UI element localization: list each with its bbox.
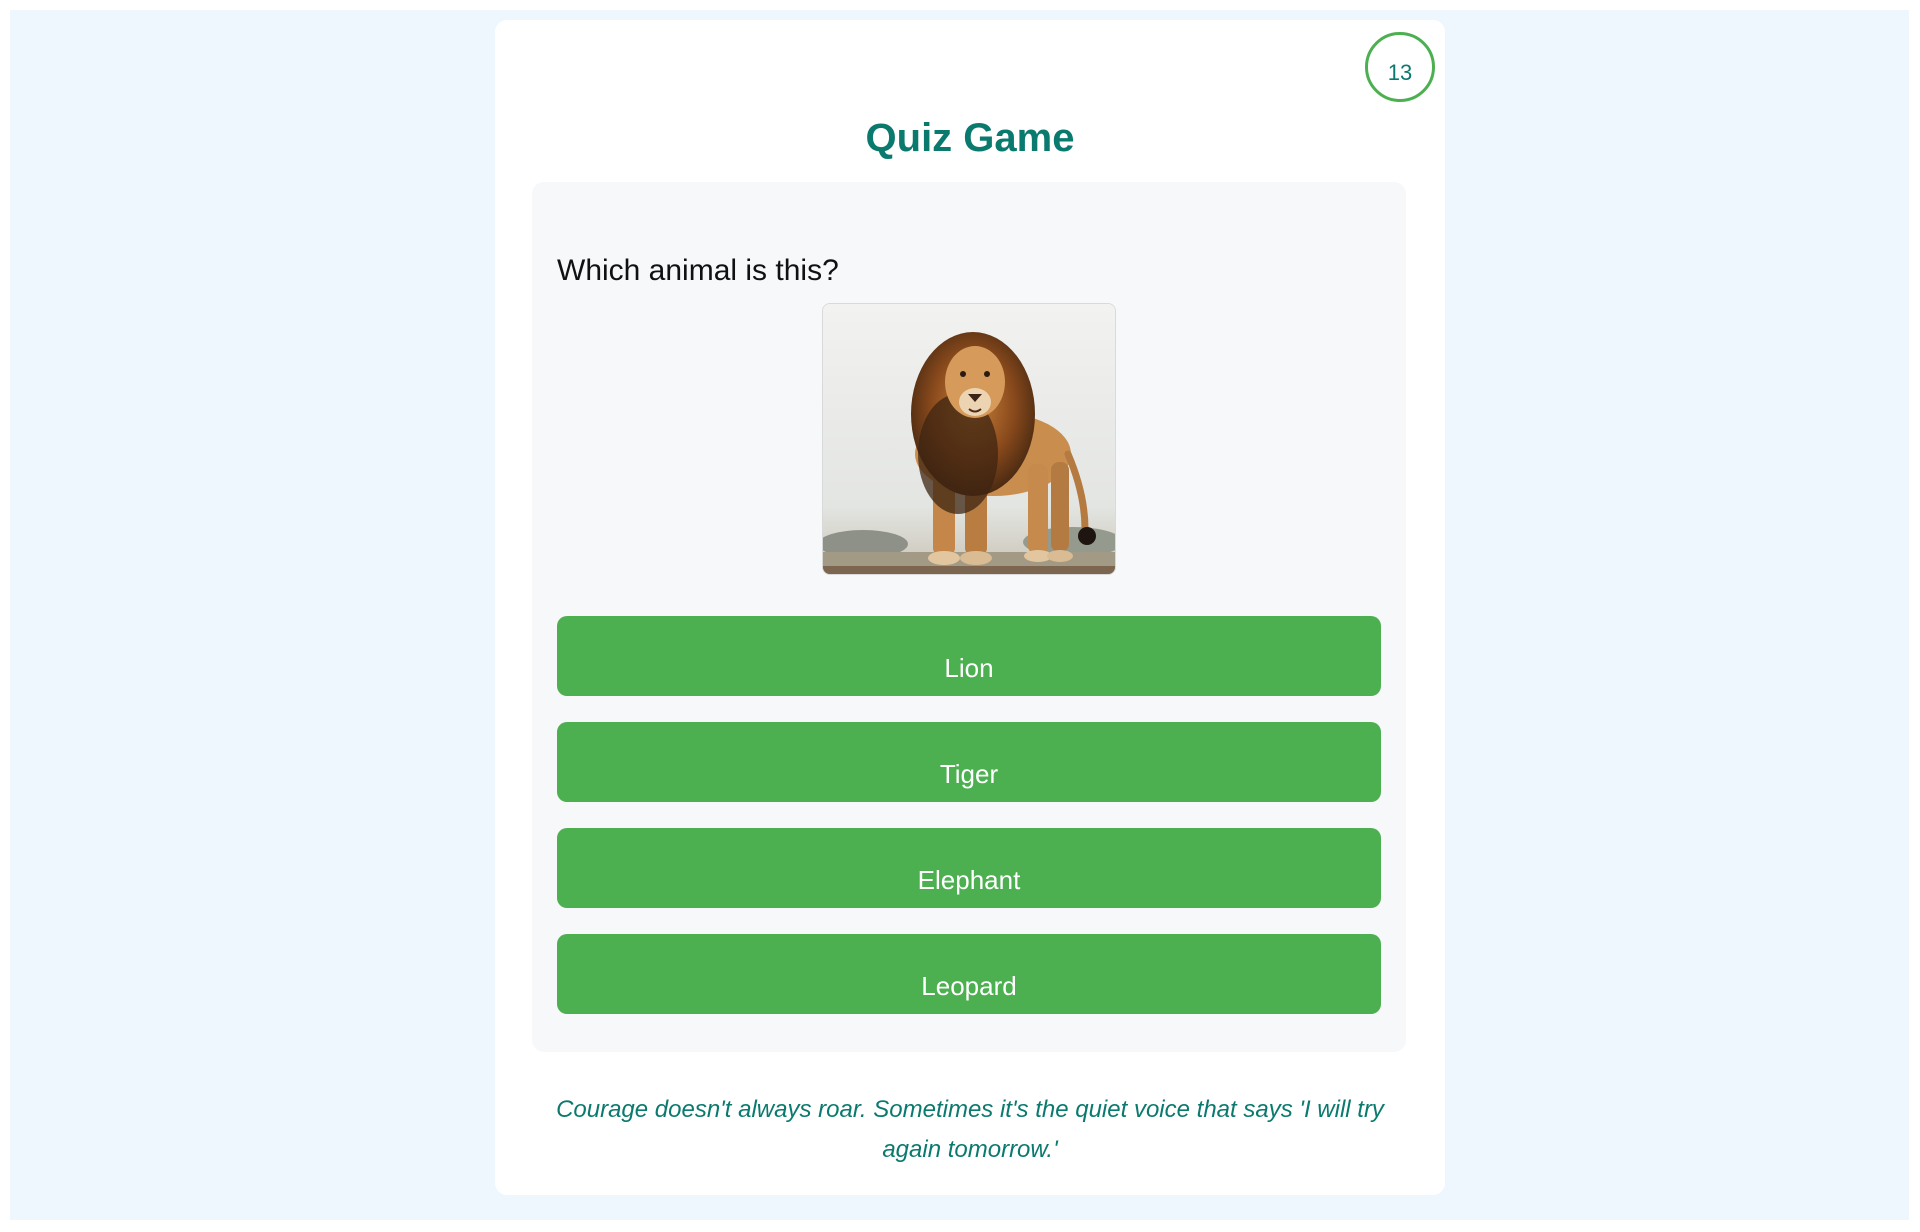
answer-button-tiger[interactable]: Tiger bbox=[557, 722, 1381, 802]
countdown-timer: 13 bbox=[1365, 32, 1435, 102]
timer-value: 13 bbox=[1387, 60, 1413, 85]
motivational-quote: Courage doesn't always roar. Sometimes i… bbox=[556, 1096, 1384, 1163]
answer-button-leopard[interactable]: Leopard bbox=[557, 934, 1381, 1014]
answer-button-lion[interactable]: Lion bbox=[557, 616, 1381, 696]
answer-button-elephant[interactable]: Elephant bbox=[557, 828, 1381, 908]
page-title: Quiz Game bbox=[865, 116, 1075, 160]
quiz-card: 13 Quiz Game Which animal is this? Lion … bbox=[495, 20, 1445, 1195]
question-panel: Which animal is this? Lion Tiger Elephan… bbox=[532, 182, 1406, 1052]
lion-image bbox=[823, 304, 1115, 574]
question-text: Which animal is this? bbox=[557, 254, 839, 287]
page-background: 13 Quiz Game Which animal is this? Lion … bbox=[10, 10, 1909, 1220]
question-image bbox=[822, 303, 1116, 575]
